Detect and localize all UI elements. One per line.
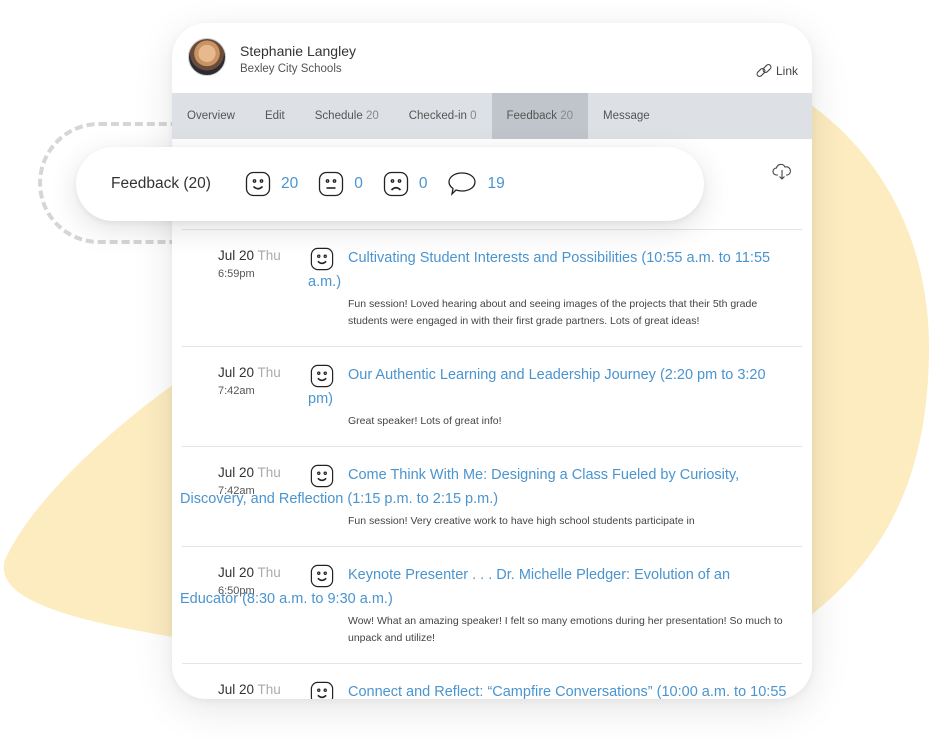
neutral-face-icon xyxy=(318,171,354,197)
negative-count[interactable]: 0 xyxy=(383,171,427,197)
attendee-card: Stephanie Langley Bexley City Schools Li… xyxy=(172,23,812,699)
feedback-row: Jul 20 Thu 6:50pm Keynote Presenter . . . … xyxy=(180,547,802,664)
tab-schedule[interactable]: Schedule 20 xyxy=(300,93,394,139)
user-organization: Bexley City Schools xyxy=(240,63,342,75)
user-name: Stephanie Langley xyxy=(240,43,356,59)
happy-face-icon xyxy=(310,564,334,593)
feedback-summary-label: Feedback (20) xyxy=(111,175,211,192)
feedback-date: Jul 20 Thu xyxy=(218,248,281,263)
download-button[interactable] xyxy=(772,163,792,186)
avatar xyxy=(188,38,226,76)
feedback-summary: Feedback (20) 20 0 0 19 xyxy=(76,147,704,221)
comment-count[interactable]: 19 xyxy=(447,171,505,197)
feedback-row: Jul 20 Thu 7:42am Our Authentic Learning a… xyxy=(182,347,802,447)
happy-face-icon xyxy=(310,464,334,493)
feedback-row: Jul 20 Thu7:35amConnect and Reflect: “Ca… xyxy=(182,664,802,699)
feedback-time: 7:42am xyxy=(218,385,255,397)
feedback-comment: Fun session! Loved hearing about and see… xyxy=(348,298,758,327)
profile-header: Stephanie Langley Bexley City Schools Li… xyxy=(172,23,812,93)
happy-face-icon xyxy=(245,171,281,197)
tab-bar: Overview Edit Schedule 20 Checked-in 0 F… xyxy=(172,93,812,139)
feedback-date: Jul 20 Thu xyxy=(218,682,281,697)
tab-feedback[interactable]: Feedback 20 xyxy=(491,93,589,139)
happy-face-icon xyxy=(310,247,334,276)
feedback-date: Jul 20 Thu xyxy=(218,365,281,380)
feedback-date: Jul 20 Thu xyxy=(218,465,281,480)
link-label: Link xyxy=(775,64,798,78)
happy-face-icon xyxy=(310,681,334,699)
feedback-time: 6:59pm xyxy=(218,268,255,280)
tab-checked-in[interactable]: Checked-in 0 xyxy=(394,93,492,139)
positive-count[interactable]: 20 xyxy=(245,171,298,197)
feedback-comment: Wow! What an amazing speaker! I felt so … xyxy=(348,615,783,644)
feedback-date: Jul 20 Thu xyxy=(218,565,281,580)
speech-bubble-icon xyxy=(447,171,487,197)
happy-face-icon xyxy=(310,364,334,393)
feedback-list: Jul 20 Thu 6:59pm Cultivating Student Inte… xyxy=(180,229,802,699)
tab-message[interactable]: Message xyxy=(588,93,665,139)
sad-face-icon xyxy=(383,171,419,197)
neutral-count[interactable]: 0 xyxy=(318,171,363,197)
session-title-link[interactable]: Our Authentic Learning and Leadership Jo… xyxy=(308,363,788,411)
feedback-row: Jul 20 Thu 6:59pm Cultivating Student Inte… xyxy=(182,230,802,347)
feedback-comment: Great speaker! Lots of great info! xyxy=(348,415,502,427)
feedback-comment: Fun session! Very creative work to have … xyxy=(348,515,695,527)
link-icon xyxy=(755,62,773,80)
tab-edit[interactable]: Edit xyxy=(250,93,300,139)
session-title-link[interactable]: Cultivating Student Interests and Possib… xyxy=(308,246,788,294)
tab-overview[interactable]: Overview xyxy=(172,93,250,139)
cloud-download-icon xyxy=(772,163,792,185)
feedback-row: Jul 20 Thu 7:42am Come Think With Me: Desi… xyxy=(180,447,802,547)
feedback-time: 6:50pm xyxy=(218,585,255,597)
link-button[interactable]: Link xyxy=(755,62,798,80)
feedback-time: 7:42am xyxy=(218,485,255,497)
